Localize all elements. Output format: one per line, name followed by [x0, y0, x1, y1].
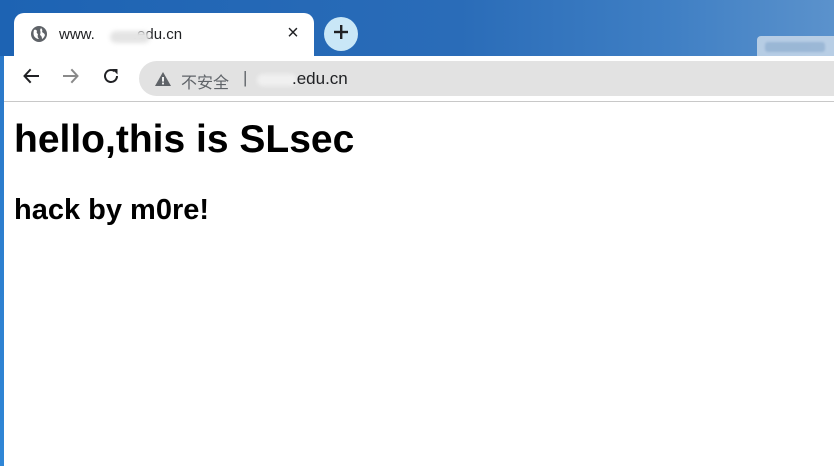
address-bar[interactable]: 不安全 | .edu.cn	[139, 61, 834, 96]
browser-tab[interactable]: www. .edu.cn ×	[14, 13, 314, 58]
redaction-smudge	[257, 74, 297, 86]
page-content: hello,this is SLsec hack by m0re!	[4, 102, 834, 466]
new-tab-button[interactable]	[324, 17, 358, 51]
page-heading: hello,this is SLsec	[14, 118, 355, 161]
redaction-smudge	[110, 31, 150, 43]
url-text[interactable]: .edu.cn	[292, 69, 348, 89]
arrow-right-icon	[62, 67, 80, 90]
plus-icon	[333, 24, 349, 45]
security-status-text[interactable]: 不安全	[181, 69, 229, 93]
arrow-left-icon	[22, 67, 40, 90]
close-tab-icon[interactable]: ×	[284, 23, 302, 43]
page-subheading: hack by m0re!	[14, 194, 210, 226]
globe-icon	[30, 25, 48, 43]
forward-button[interactable]	[57, 64, 85, 92]
warning-icon[interactable]	[154, 70, 172, 88]
reload-button[interactable]	[97, 64, 125, 92]
browser-toolbar: 不安全 | .edu.cn	[4, 56, 834, 101]
background-window	[757, 36, 834, 58]
reload-icon	[102, 67, 120, 90]
omnibox-separator: |	[243, 68, 248, 87]
back-button[interactable]	[17, 64, 45, 92]
